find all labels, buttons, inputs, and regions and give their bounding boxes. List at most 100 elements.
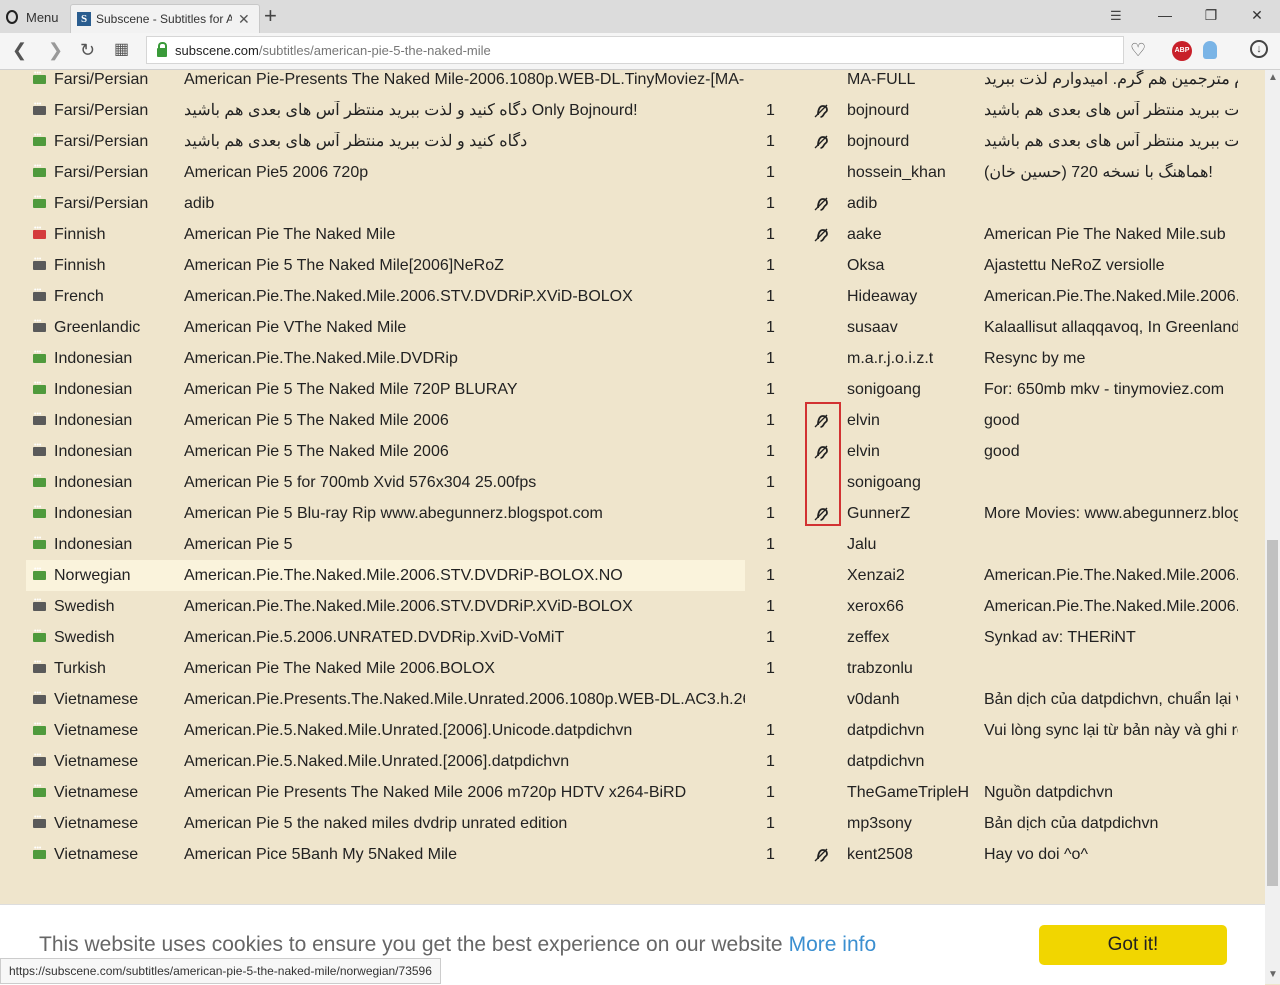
- subtitle-language[interactable]: Swedish: [54, 628, 184, 648]
- subtitle-language[interactable]: Norwegian: [54, 566, 184, 586]
- more-info-link[interactable]: More info: [789, 933, 877, 956]
- subtitle-title-link[interactable]: adib: [184, 194, 745, 214]
- subtitle-title-link[interactable]: American Pie-Presents The Naked Mile-200…: [184, 70, 745, 90]
- subtitle-owner-link[interactable]: TheGameTripleH: [847, 783, 975, 803]
- subtitle-owner-link[interactable]: sonigoang: [847, 380, 975, 400]
- subtitle-title-link[interactable]: دگاه کنید و لذت ببرید منتظر آس های بعدی …: [184, 101, 745, 121]
- reload-icon[interactable]: ↻: [80, 41, 95, 59]
- subtitle-language[interactable]: Vietnamese: [54, 721, 184, 741]
- subtitle-language[interactable]: Indonesian: [54, 349, 184, 369]
- subtitle-language[interactable]: Vietnamese: [54, 690, 184, 710]
- subtitle-owner-link[interactable]: m.a.r.j.o.i.z.t: [847, 349, 975, 369]
- subtitle-language[interactable]: Vietnamese: [54, 814, 184, 834]
- subtitle-owner-link[interactable]: elvin: [847, 411, 975, 431]
- subtitle-title-link[interactable]: American Pie 5 The Naked Mile 2006: [184, 442, 745, 462]
- subtitle-row[interactable]: Farsi/PersianAmerican Pie-Presents The N…: [26, 70, 1238, 95]
- subtitle-owner-link[interactable]: Hideaway: [847, 287, 975, 307]
- subtitle-title-link[interactable]: American Pie 5 The Naked Mile 720P BLURA…: [184, 380, 745, 400]
- subtitle-owner-link[interactable]: Xenzai2: [847, 566, 975, 586]
- subtitle-owner-link[interactable]: bojnourd: [847, 101, 975, 121]
- opera-menu-button[interactable]: Menu: [6, 7, 59, 27]
- subtitle-language[interactable]: Greenlandic: [54, 318, 184, 338]
- subtitle-title-link[interactable]: American Pie 5 for 700mb Xvid 576x304 25…: [184, 473, 745, 493]
- subtitle-language[interactable]: Farsi/Persian: [54, 101, 184, 121]
- downloads-icon[interactable]: ↓: [1250, 40, 1268, 58]
- subtitle-row[interactable]: FrenchAmerican.Pie.The.Naked.Mile.2006.S…: [26, 281, 1238, 312]
- subtitle-row[interactable]: FinnishAmerican Pie 5 The Naked Mile[200…: [26, 250, 1238, 281]
- subtitle-row[interactable]: Farsi/PersianAmerican Pie5 2006 720p 1 hos…: [26, 157, 1238, 188]
- subtitle-title-link[interactable]: American Pie 5 Blu-ray Rip www.abegunner…: [184, 504, 745, 524]
- subtitle-row[interactable]: VietnameseAmerican.Pie.5.Naked.Mile.Unra…: [26, 715, 1238, 746]
- subtitle-owner-link[interactable]: Oksa: [847, 256, 975, 276]
- subtitle-language[interactable]: Farsi/Persian: [54, 163, 184, 183]
- subtitle-language[interactable]: Vietnamese: [54, 752, 184, 772]
- subtitle-language[interactable]: Finnish: [54, 256, 184, 276]
- subtitle-owner-link[interactable]: datpdichvn: [847, 721, 975, 741]
- subtitle-language[interactable]: Indonesian: [54, 473, 184, 493]
- subtitle-row[interactable]: VietnameseAmerican.Pie.Presents.The.Nake…: [26, 684, 1238, 715]
- subtitle-language[interactable]: Indonesian: [54, 380, 184, 400]
- new-tab-icon[interactable]: +: [264, 5, 277, 27]
- adblock-plus-icon[interactable]: ABP: [1172, 41, 1192, 61]
- subtitle-owner-link[interactable]: aake: [847, 225, 975, 245]
- subtitle-owner-link[interactable]: Jalu: [847, 535, 975, 555]
- subtitle-row[interactable]: IndonesianAmerican Pie 5 The Naked Mile …: [26, 405, 1238, 436]
- subtitle-language[interactable]: Finnish: [54, 225, 184, 245]
- subtitle-title-link[interactable]: American Pie Presents The Naked Mile 200…: [184, 783, 745, 803]
- forward-icon[interactable]: ❯: [48, 41, 63, 59]
- subtitle-language[interactable]: Turkish: [54, 659, 184, 679]
- subtitle-language[interactable]: Indonesian: [54, 411, 184, 431]
- subtitle-owner-link[interactable]: xerox66: [847, 597, 975, 617]
- subtitle-title-link[interactable]: American Pie5 2006 720p: [184, 163, 745, 183]
- subtitle-title-link[interactable]: American Pie VThe Naked Mile: [184, 318, 745, 338]
- subtitle-row[interactable]: IndonesianAmerican Pie 5 The Naked Mile …: [26, 436, 1238, 467]
- subtitle-row[interactable]: IndonesianAmerican Pie 5 1 Jalu: [26, 529, 1238, 560]
- subtitle-row[interactable]: VietnameseAmerican Pie 5 the naked miles…: [26, 808, 1238, 839]
- subtitle-title-link[interactable]: American.Pie.The.Naked.Mile.2006.STV.DVD…: [184, 566, 745, 586]
- subtitle-title-link[interactable]: American.Pie.Presents.The.Naked.Mile.Unr…: [184, 690, 745, 710]
- subtitle-owner-link[interactable]: trabzonlu: [847, 659, 975, 679]
- subtitle-owner-link[interactable]: GunnerZ: [847, 504, 975, 524]
- subtitle-row[interactable]: VietnameseAmerican.Pie.5.Naked.Mile.Unra…: [26, 746, 1238, 777]
- tab-menu-icon[interactable]: ☰: [1110, 8, 1122, 24]
- subtitle-owner-link[interactable]: datpdichvn: [847, 752, 975, 772]
- subtitle-language[interactable]: Swedish: [54, 597, 184, 617]
- ghostery-icon[interactable]: [1203, 41, 1217, 59]
- subtitle-row[interactable]: Farsi/Persianadib1adib: [26, 188, 1238, 219]
- subtitle-row[interactable]: NorwegianAmerican.Pie.The.Naked.Mile.200…: [26, 560, 1238, 591]
- restore-icon[interactable]: ❐: [1188, 0, 1234, 30]
- subtitle-row[interactable]: TurkishAmerican Pie The Naked Mile 2006.…: [26, 653, 1238, 684]
- subtitle-owner-link[interactable]: mp3sony: [847, 814, 975, 834]
- scroll-up-icon[interactable]: ▲: [1268, 72, 1278, 83]
- close-tab-icon[interactable]: ✕: [238, 11, 250, 28]
- minimize-icon[interactable]: —: [1142, 0, 1188, 30]
- subtitle-language[interactable]: Farsi/Persian: [54, 194, 184, 214]
- subtitle-row[interactable]: Farsi/Persianدگاه کنید و لذت ببرید منتظر…: [26, 126, 1238, 157]
- subtitle-owner-link[interactable]: sonigoang: [847, 473, 975, 493]
- scrollbar[interactable]: ▲ ▼: [1265, 70, 1280, 984]
- subtitle-title-link[interactable]: American Pie The Naked Mile: [184, 225, 745, 245]
- bookmark-heart-icon[interactable]: ♡: [1130, 40, 1146, 61]
- subtitle-title-link[interactable]: American Pie 5 The Naked Mile[2006]NeRoZ: [184, 256, 745, 276]
- subtitle-owner-link[interactable]: kent2508: [847, 845, 975, 865]
- subtitle-language[interactable]: Vietnamese: [54, 845, 184, 865]
- subtitle-title-link[interactable]: American Pie 5 the naked miles dvdrip un…: [184, 814, 745, 834]
- subtitle-language[interactable]: Indonesian: [54, 535, 184, 555]
- subtitle-title-link[interactable]: American Pice 5Banh My 5Naked Mile: [184, 845, 745, 865]
- subtitle-title-link[interactable]: American.Pie.5.Naked.Mile.Unrated.[2006]…: [184, 721, 745, 741]
- subtitle-language[interactable]: Indonesian: [54, 442, 184, 462]
- subtitle-row[interactable]: IndonesianAmerican Pie 5 for 700mb Xvid …: [26, 467, 1238, 498]
- subtitle-title-link[interactable]: American.Pie.The.Naked.Mile.2006.STV.DVD…: [184, 287, 745, 307]
- scroll-down-icon[interactable]: ▼: [1268, 969, 1278, 980]
- subtitle-owner-link[interactable]: elvin: [847, 442, 975, 462]
- url-field[interactable]: subscene.com/subtitles/american-pie-5-th…: [146, 36, 1124, 64]
- close-window-icon[interactable]: ✕: [1234, 0, 1280, 30]
- subtitle-row[interactable]: FinnishAmerican Pie The Naked Mile 1 aake A…: [26, 219, 1238, 250]
- subtitle-title-link[interactable]: American.Pie.The.Naked.Mile.DVDRip: [184, 349, 745, 369]
- subtitle-language[interactable]: Farsi/Persian: [54, 70, 184, 90]
- subtitle-title-link[interactable]: American.Pie.The.Naked.Mile.2006.STV.DVD…: [184, 597, 745, 617]
- subtitle-row[interactable]: IndonesianAmerican Pie 5 Blu-ray Rip www…: [26, 498, 1238, 529]
- subtitle-owner-link[interactable]: susaav: [847, 318, 975, 338]
- back-icon[interactable]: ❮: [12, 41, 27, 59]
- subtitle-title-link[interactable]: American Pie The Naked Mile 2006.BOLOX: [184, 659, 745, 679]
